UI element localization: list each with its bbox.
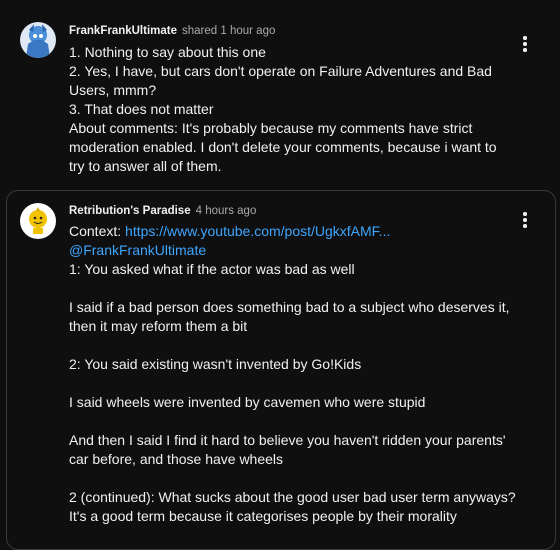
comment-text: Context: https://www.youtube.com/post/Ug… <box>69 222 516 526</box>
more-vert-icon-dot <box>523 48 527 52</box>
user-mention[interactable]: @FrankFrankUltimate <box>69 241 516 260</box>
avatar-image <box>20 203 56 239</box>
more-actions-button[interactable] <box>515 34 535 54</box>
comment-line: 1. Nothing to say about this one <box>69 44 266 60</box>
avatar-image <box>20 22 56 58</box>
comment-line: 3. That does not matter <box>69 101 214 117</box>
context-line: Context: https://www.youtube.com/post/Ug… <box>69 222 516 241</box>
more-vert-icon-dot <box>523 42 527 46</box>
more-vert-icon <box>523 36 527 40</box>
comment-line: 1: You asked what if the actor was bad a… <box>69 261 355 277</box>
comment-line: 2: You said existing wasn't invented by … <box>69 356 362 372</box>
avatar[interactable] <box>20 203 56 239</box>
author-name[interactable]: Retribution's Paradise <box>69 205 191 217</box>
comment-line: Users, mmm? <box>69 82 157 98</box>
comment-line: I said wheels were invented by cavemen w… <box>69 394 426 410</box>
comment-line: 2. Yes, I have, but cars don't operate o… <box>69 63 492 79</box>
comment-line: It's a good term because it categorises … <box>69 508 457 524</box>
comment-line: then it may reform them a bit <box>69 318 248 334</box>
comment-text: 1. Nothing to say about this one 2. Yes,… <box>69 43 497 176</box>
more-vert-icon <box>523 212 527 216</box>
avatar[interactable] <box>20 22 56 58</box>
comment-line: About comments: It's probably because my… <box>69 120 473 136</box>
comment-line: 2 (continued): What sucks about the good… <box>69 489 516 505</box>
timestamp[interactable]: 4 hours ago <box>196 205 257 217</box>
comment-line: car before, and those have wheels <box>69 451 284 467</box>
more-vert-icon-dot <box>523 218 527 222</box>
comment-header: Retribution's Paradise 4 hours ago <box>69 205 256 217</box>
context-label: Context: <box>69 223 126 239</box>
timestamp[interactable]: shared 1 hour ago <box>182 25 275 37</box>
comment-line: And then I said I find it hard to believ… <box>69 432 506 448</box>
comment-header: FrankFrankUltimate shared 1 hour ago <box>69 25 275 37</box>
comment-line: moderation enabled. I don't delete your … <box>69 139 497 155</box>
more-vert-icon-dot <box>523 224 527 228</box>
more-actions-button[interactable] <box>515 210 535 230</box>
comment-line: try to answer all of them. <box>69 158 222 174</box>
context-link[interactable]: https://www.youtube.com/post/UgkxfAMF... <box>125 223 390 239</box>
comment-line: I said if a bad person does something ba… <box>69 299 510 315</box>
author-name[interactable]: FrankFrankUltimate <box>69 25 177 37</box>
